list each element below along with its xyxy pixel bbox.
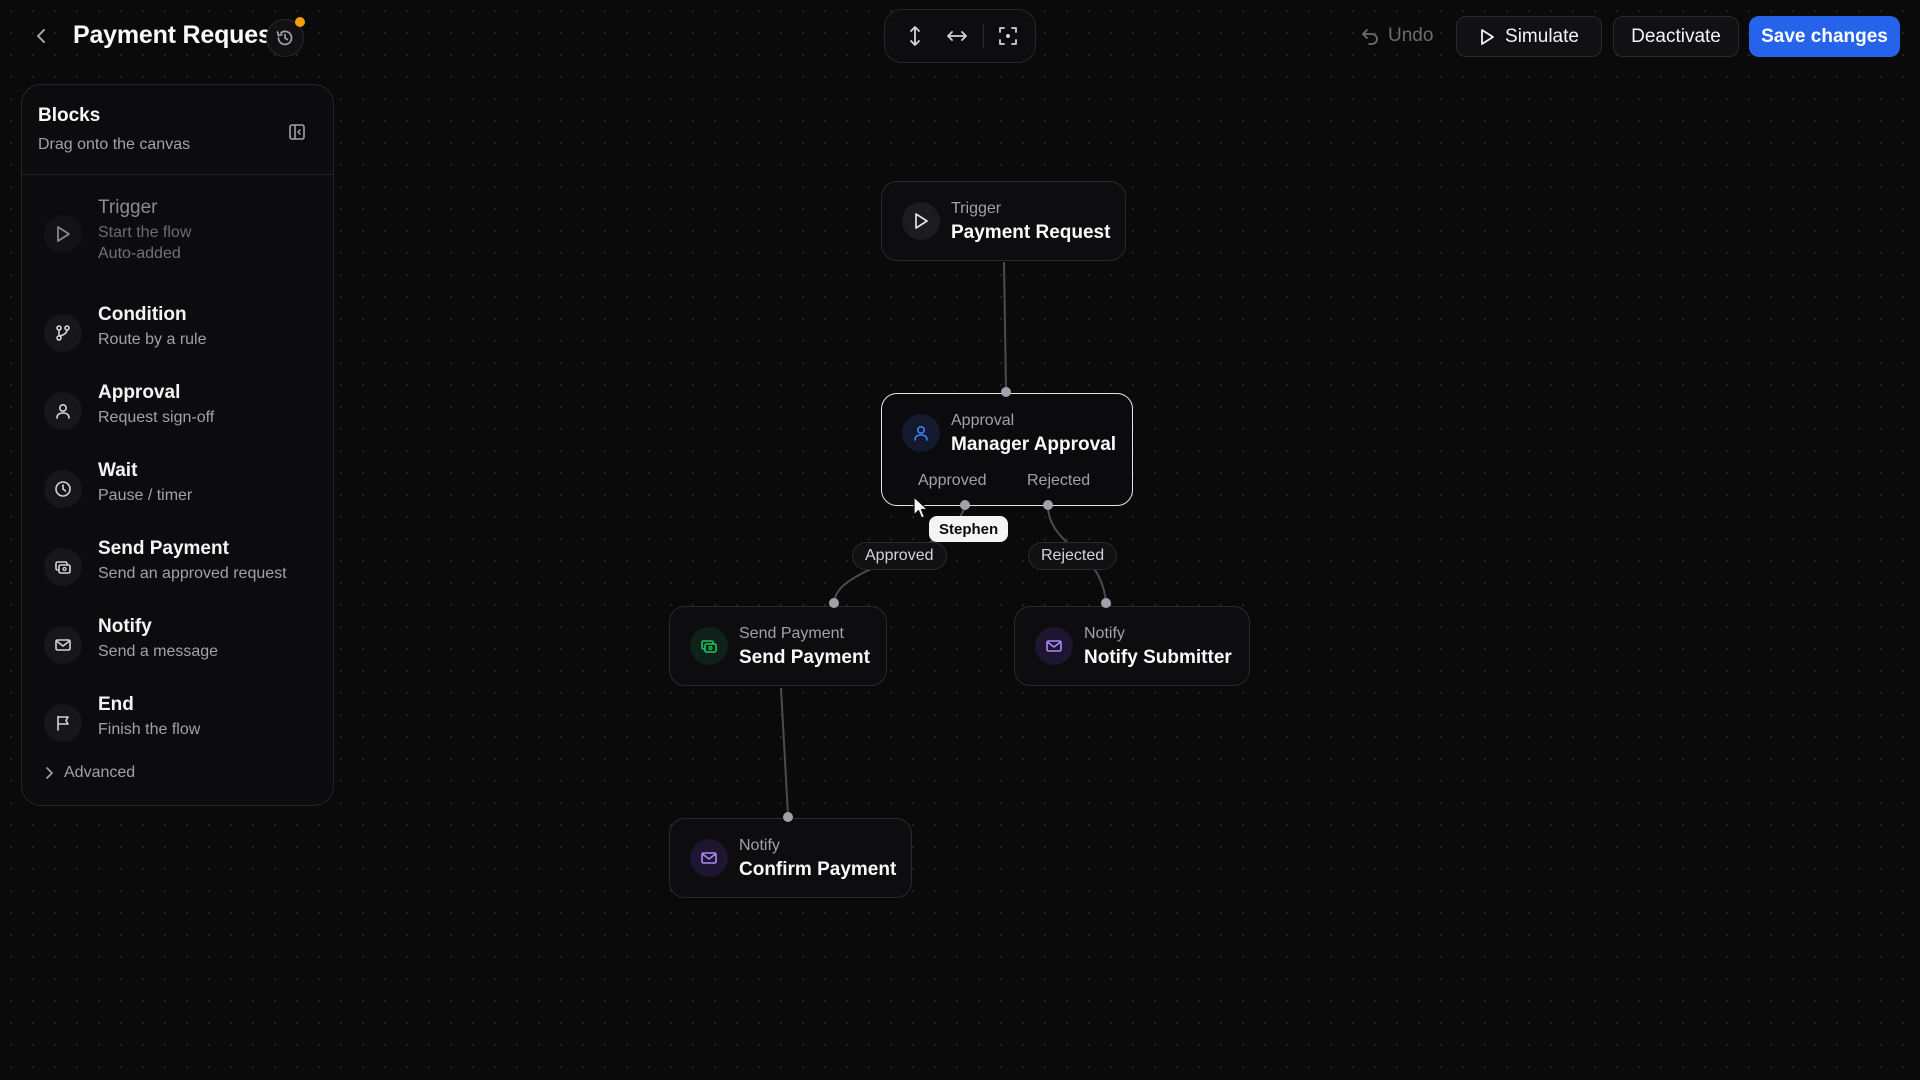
node-type: Notify [739,837,780,854]
node-label: Payment Request [951,222,1111,243]
node-label: Confirm Payment [739,859,897,880]
approval-input-handle[interactable] [1001,387,1011,397]
node-type: Notify [1084,625,1125,642]
edge-label-rejected[interactable]: Rejected [1028,542,1118,570]
node-send-payment[interactable]: Send Payment Send Payment [669,606,887,686]
node-approval[interactable]: Approval Manager Approval Approved Rejec… [881,393,1133,506]
branch-approved-label: Approved [918,472,987,489]
node-label: Notify Submitter [1084,647,1232,668]
node-trigger[interactable]: Trigger Payment Request [881,181,1126,261]
user-icon [902,414,940,452]
connector-trigger-approval [1003,261,1007,391]
play-icon [902,202,940,240]
node-confirm-payment[interactable]: Notify Confirm Payment [669,818,912,898]
rejected-output-handle[interactable] [1043,500,1053,510]
branch-rejected-label: Rejected [1027,472,1091,489]
node-label: Send Payment [739,647,870,668]
payment-icon [690,627,728,665]
connector-send-payment-confirm [780,687,789,816]
edge-label-approved[interactable]: Approved [852,542,947,570]
mail-icon [1035,627,1073,665]
node-type: Trigger [951,200,1002,217]
confirm-payment-input-handle[interactable] [783,812,793,822]
approved-output-handle[interactable] [960,500,970,510]
node-type: Approval [951,412,1015,429]
node-label: Manager Approval [951,434,1117,455]
collaborator-cursor-label: Stephen [929,516,1009,542]
collaborator-cursor-icon [913,496,929,519]
mail-icon [690,839,728,877]
notify-submitter-input-handle[interactable] [1101,598,1111,608]
send-payment-input-handle[interactable] [829,598,839,608]
node-notify-submitter[interactable]: Notify Notify Submitter [1014,606,1250,686]
node-type: Send Payment [739,625,844,642]
